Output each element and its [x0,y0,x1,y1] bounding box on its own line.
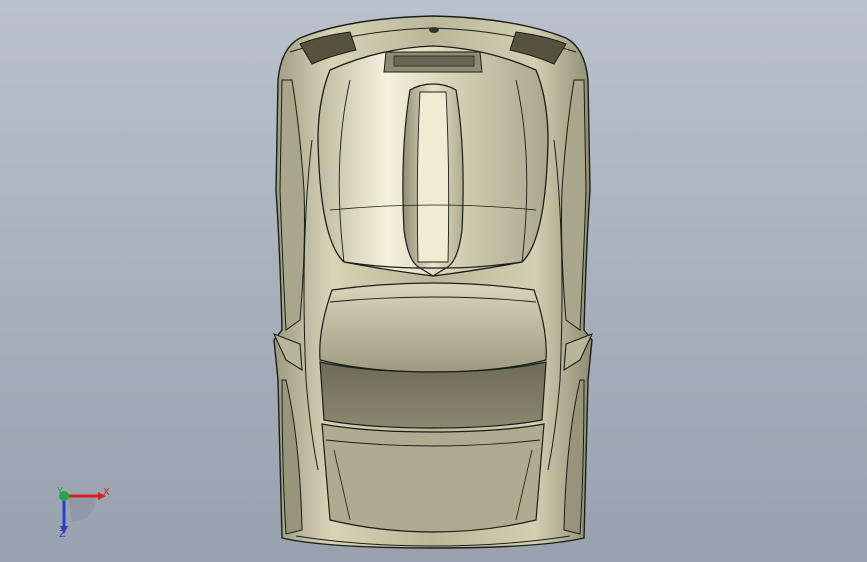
roof-panel [319,282,547,373]
rear-deck [321,423,545,533]
front-emblem [429,27,439,33]
hood-scoop-inner [416,91,450,263]
rear-window [319,361,547,429]
graphics-viewport[interactable]: X Y Z [0,0,867,562]
triad-shadow [68,496,96,522]
triad-x-label: X [103,487,110,498]
triad-y-label: Y [57,486,64,497]
triad-z-label: Z [59,529,66,540]
hood-vent-slot [393,55,475,67]
